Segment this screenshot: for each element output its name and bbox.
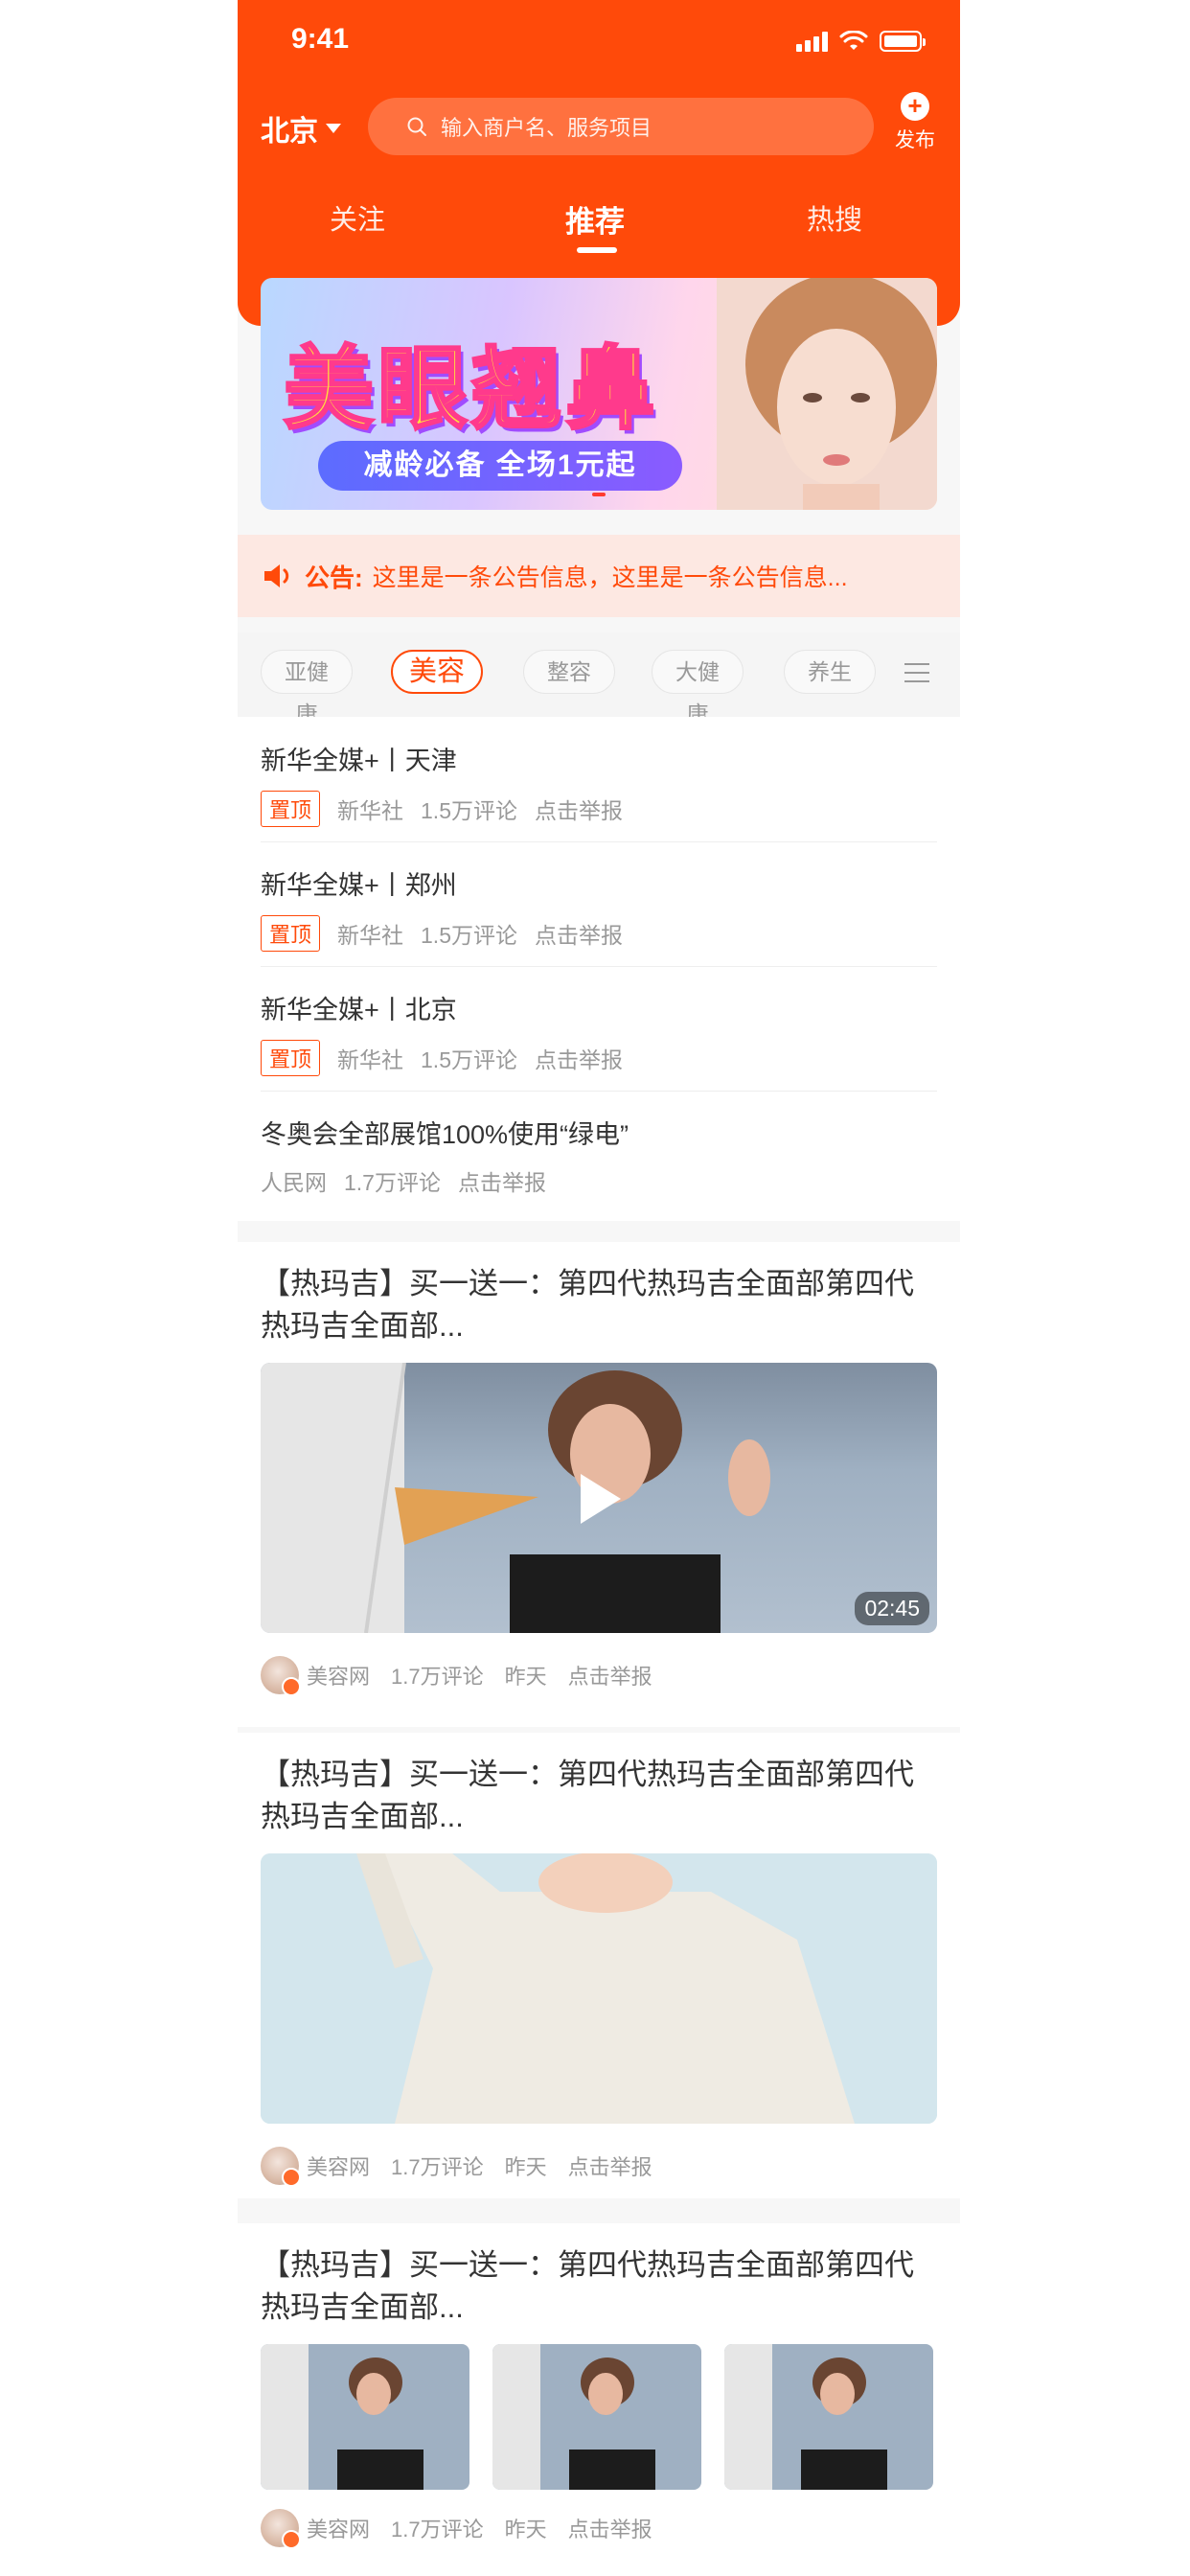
tab-recommend[interactable]: 推荐 xyxy=(565,197,625,241)
notice-message: 这里是一条公告信息，这里是一条公告信息... xyxy=(372,564,848,591)
news-comments: 1.5万评论 xyxy=(421,923,517,948)
news-source: 人民网 xyxy=(261,1170,327,1195)
news-source: 新华社 xyxy=(337,798,404,823)
news-title: 新华全媒+丨天津 xyxy=(261,747,457,775)
header: 9:41 北京 输入商户名、服务项目 + 发布 关注 推荐 热搜 xyxy=(238,0,960,326)
card-source: 美容网 xyxy=(307,1665,371,1689)
publish-button[interactable]: + 发布 xyxy=(893,92,937,153)
category-bar: 亚健康 美容 整容 大健康 养生 xyxy=(238,632,960,726)
divider xyxy=(261,966,937,967)
pinned-badge: 置顶 xyxy=(261,791,321,827)
menu-icon[interactable] xyxy=(904,663,929,682)
news-source: 新华社 xyxy=(337,1047,404,1072)
publish-label: 发布 xyxy=(895,129,935,151)
avatar xyxy=(261,1656,301,1696)
avatar xyxy=(261,2509,301,2549)
news-source: 新华社 xyxy=(337,923,404,948)
search-icon xyxy=(407,117,426,136)
card-time: 昨天 xyxy=(504,2155,547,2179)
category-chip-active[interactable]: 美容 xyxy=(391,650,483,694)
search-placeholder: 输入商户名、服务项目 xyxy=(441,116,652,140)
card-title: 【热玛吉】买一送一：第四代热玛吉全面部第四代热玛吉全面部... xyxy=(261,1758,914,1833)
status-bar: 9:41 xyxy=(238,17,960,67)
caret-down-icon xyxy=(326,124,341,133)
card-comments: 1.7万评论 xyxy=(391,2155,484,2179)
news-comments: 1.5万评论 xyxy=(421,1047,517,1072)
status-time: 9:41 xyxy=(291,23,350,55)
list-item[interactable]: 冬奥会全部展馆100%使用“绿电” 人民网 1.7万评论 点击举报 xyxy=(261,1114,937,1197)
news-title: 新华全媒+丨郑州 xyxy=(261,871,457,900)
battery-icon xyxy=(880,31,926,52)
divider xyxy=(261,1091,937,1092)
list-item[interactable]: 新华全媒+丨北京 置顶 新华社 1.5万评论 点击举报 xyxy=(261,989,937,1076)
city-label: 北京 xyxy=(261,116,318,148)
gallery-image[interactable] xyxy=(261,2344,469,2490)
banner-model-image xyxy=(717,278,937,510)
list-item[interactable]: 新华全媒+丨天津 置顶 新华社 1.5万评论 点击举报 xyxy=(261,740,937,827)
category-chip[interactable]: 养生 xyxy=(784,650,876,694)
news-comments: 1.7万评论 xyxy=(344,1170,441,1195)
feed-card-image[interactable]: 【热玛吉】买一送一：第四代热玛吉全面部第四代热玛吉全面部... 美容网 1.7万… xyxy=(238,1733,960,2198)
report-link[interactable]: 点击举报 xyxy=(535,1042,623,1074)
speaker-icon xyxy=(264,564,289,587)
card-time: 昨天 xyxy=(504,1665,547,1689)
top-bar: 北京 输入商户名、服务项目 + 发布 xyxy=(238,92,960,159)
status-icons xyxy=(796,27,926,56)
wifi-icon xyxy=(839,31,868,50)
plus-icon: + xyxy=(901,92,929,121)
report-link[interactable]: 点击举报 xyxy=(568,2150,652,2181)
notice-label: 公告: xyxy=(305,563,363,592)
report-link[interactable]: 点击举报 xyxy=(568,1660,652,1690)
card-source: 美容网 xyxy=(307,2518,371,2542)
category-chip[interactable]: 整容 xyxy=(523,650,615,694)
video-thumbnail[interactable]: 02:45 xyxy=(261,1363,937,1633)
card-gallery xyxy=(261,2344,937,2490)
video-duration: 02:45 xyxy=(855,1592,929,1625)
app-screen: 9:41 北京 输入商户名、服务项目 + 发布 关注 推荐 热搜 美眼翘鼻 减龄… xyxy=(238,0,960,2576)
news-comments: 1.5万评论 xyxy=(421,798,517,823)
avatar xyxy=(261,2147,301,2187)
search-input[interactable]: 输入商户名、服务项目 xyxy=(368,98,874,155)
signal-icon xyxy=(796,31,828,52)
news-title: 新华全媒+丨北京 xyxy=(261,996,457,1024)
play-icon[interactable] xyxy=(581,1474,621,1524)
category-chip[interactable]: 亚健康 xyxy=(261,650,353,726)
card-comments: 1.7万评论 xyxy=(391,2518,484,2542)
news-list: 新华全媒+丨天津 置顶 新华社 1.5万评论 点击举报 新华全媒+丨郑州 置顶 … xyxy=(238,717,960,1221)
report-link[interactable]: 点击举报 xyxy=(535,793,623,825)
card-source: 美容网 xyxy=(307,2155,371,2179)
divider xyxy=(261,841,937,842)
gallery-image[interactable] xyxy=(492,2344,701,2490)
tab-active-indicator xyxy=(577,247,617,253)
sweater-image xyxy=(261,1853,937,2124)
news-title: 冬奥会全部展馆100%使用“绿电” xyxy=(261,1120,629,1149)
card-time: 昨天 xyxy=(504,2518,547,2542)
card-comments: 1.7万评论 xyxy=(391,1665,484,1689)
gallery-image[interactable] xyxy=(724,2344,933,2490)
card-title: 【热玛吉】买一送一：第四代热玛吉全面部第四代热玛吉全面部... xyxy=(261,2248,914,2324)
banner-title: 美眼翘鼻 xyxy=(282,336,660,444)
category-chip[interactable]: 大健康 xyxy=(652,650,744,726)
city-selector[interactable]: 北京 xyxy=(261,107,341,150)
feed-card-gallery[interactable]: 【热玛吉】买一送一：第四代热玛吉全面部第四代热玛吉全面部... 美容网 1.7万… xyxy=(238,2223,960,2576)
pinned-badge: 置顶 xyxy=(261,915,321,952)
list-item[interactable]: 新华全媒+丨郑州 置顶 新华社 1.5万评论 点击举报 xyxy=(261,864,937,952)
card-title: 【热玛吉】买一送一：第四代热玛吉全面部第四代热玛吉全面部... xyxy=(261,1267,914,1343)
promo-banner[interactable]: 美眼翘鼻 减龄必备 全场1元起 xyxy=(261,278,937,510)
pinned-badge: 置顶 xyxy=(261,1040,321,1076)
banner-subtitle: 减龄必备 全场1元起 xyxy=(318,441,682,491)
report-link[interactable]: 点击举报 xyxy=(458,1164,546,1197)
card-image[interactable] xyxy=(261,1853,937,2124)
tab-hot[interactable]: 热搜 xyxy=(807,197,862,238)
notice-bar[interactable]: 公告: 这里是一条公告信息，这里是一条公告信息... xyxy=(238,535,960,617)
report-link[interactable]: 点击举报 xyxy=(568,2513,652,2543)
feed-card-video[interactable]: 【热玛吉】买一送一：第四代热玛吉全面部第四代热玛吉全面部... 02:45 美容… xyxy=(238,1242,960,1727)
tab-follow[interactable]: 关注 xyxy=(330,197,385,238)
report-link[interactable]: 点击举报 xyxy=(535,917,623,950)
banner-page-indicator xyxy=(592,493,606,496)
